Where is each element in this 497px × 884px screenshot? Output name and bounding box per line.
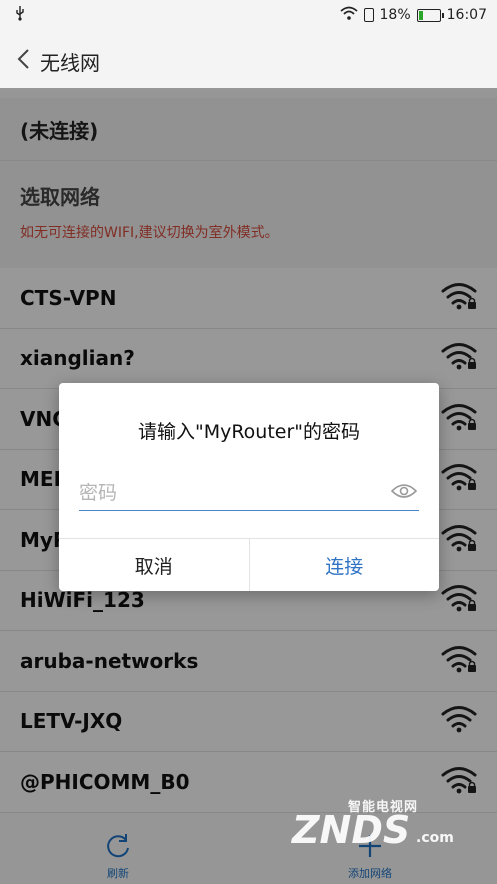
password-input[interactable] [79, 481, 391, 504]
password-dialog: 请输入"MyRouter"的密码 取消 连接 [59, 383, 439, 591]
dialog-buttons: 取消 连接 [59, 538, 439, 591]
battery-percent: 18% [379, 7, 411, 23]
cancel-button[interactable]: 取消 [59, 539, 250, 591]
title-bar: 无线网 [0, 30, 497, 92]
connect-button[interactable]: 连接 [250, 539, 440, 591]
watermark: 智能电视网 ZNDS .com [286, 790, 486, 852]
wifi-signal-icon [339, 6, 358, 24]
status-bar: 18% 16:07 [0, 0, 497, 30]
page-title: 无线网 [40, 50, 100, 75]
battery-icon [416, 8, 444, 22]
dialog-title: 请输入"MyRouter"的密码 [137, 421, 361, 443]
watermark-suffix: .com [416, 830, 454, 846]
chevron-left-icon[interactable] [16, 48, 30, 75]
battery-fill [418, 10, 423, 20]
password-field [79, 475, 419, 511]
phone-icon [363, 8, 374, 22]
status-indicators: 18% 16:07 [339, 6, 487, 24]
usb-icon [14, 5, 26, 25]
clock: 16:07 [446, 7, 487, 23]
eye-icon[interactable] [390, 482, 419, 504]
watermark-main: ZNDS [292, 808, 411, 852]
